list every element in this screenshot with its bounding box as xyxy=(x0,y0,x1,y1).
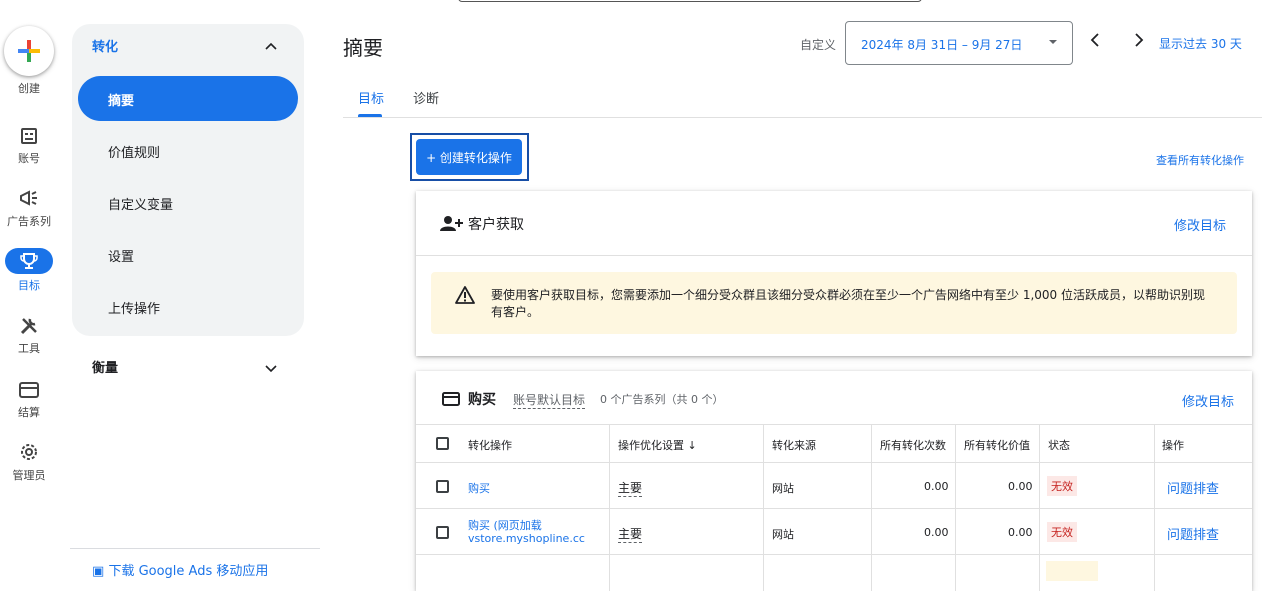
all-value-value: 0.00 xyxy=(1008,526,1033,539)
conversion-name-link[interactable]: 购买 (网页加载 vstore.myshopline.cc xyxy=(468,519,600,545)
column-divider xyxy=(955,424,956,591)
column-divider xyxy=(763,424,764,591)
row-checkbox[interactable] xyxy=(436,480,449,493)
campaign-count: 0 个广告系列（共 0 个） xyxy=(600,393,724,406)
conversion-name-line2: vstore.myshopline.cc xyxy=(468,532,585,545)
view-all-conversions-link[interactable]: 查看所有转化操作 xyxy=(1156,152,1244,168)
search-box[interactable] xyxy=(458,0,922,2)
billing-card-icon[interactable] xyxy=(17,378,41,402)
subnav-item-custom-variables[interactable]: 自定义变量 xyxy=(108,194,173,213)
select-all-checkbox[interactable] xyxy=(436,437,449,450)
person-add-icon xyxy=(440,215,464,235)
warning-banner: 要使用客户获取目标，您需要添加一个细分受众群且该细分受众群必须在至少一个广告网络… xyxy=(431,272,1237,334)
plus-icon xyxy=(18,40,40,62)
next-period-icon[interactable] xyxy=(1132,32,1146,52)
column-header-all-conversions[interactable]: 所有转化次数 xyxy=(880,437,946,453)
troubleshoot-link[interactable]: 问题排查 xyxy=(1167,524,1219,543)
tab-goals[interactable]: 目标 xyxy=(358,88,384,107)
chevron-down-icon[interactable] xyxy=(264,358,278,377)
rail-item-tools[interactable]: 工具 xyxy=(0,340,58,356)
page-title: 摘要 xyxy=(343,36,383,60)
create-label: 创建 xyxy=(18,82,40,95)
column-divider xyxy=(1039,424,1040,591)
table-top-border xyxy=(416,424,1252,425)
create-button[interactable] xyxy=(4,26,54,76)
all-conversions-value: 0.00 xyxy=(924,526,949,539)
subnav-item-summary-label: 摘要 xyxy=(108,94,135,109)
column-header-conversion: 转化操作 xyxy=(468,439,512,452)
left-rail: 创建 账号 广告系列 目标 工具 结算 管理员 xyxy=(0,0,58,570)
status-badge: 无效 xyxy=(1047,476,1077,496)
warning-text: 要使用客户获取目标，您需要添加一个细分受众群且该细分受众群必须在至少一个广告网络… xyxy=(491,288,1205,319)
purchase-title: 购买 xyxy=(468,392,496,408)
custom-range-label: 自定义 xyxy=(800,38,837,52)
date-range-select[interactable]: 2024年 8月 31日 – 9月 27日 xyxy=(845,21,1073,65)
download-app-label: 下载 Google Ads 移动应用 xyxy=(108,564,269,579)
column-divider xyxy=(609,424,610,591)
edit-goal-link[interactable]: 修改目标 xyxy=(1182,391,1234,410)
customer-acquisition-card: 客户获取 修改目标 要使用客户获取目标，您需要添加一个细分受众群且该细分受众群必… xyxy=(416,191,1252,356)
purchase-card: 购买 账号默认目标 0 个广告系列（共 0 个） 修改目标 转化操作 操作优化设… xyxy=(416,371,1252,591)
account-icon[interactable] xyxy=(17,124,41,148)
table-row-border xyxy=(416,508,1252,509)
optimization-value[interactable]: 主要 xyxy=(618,525,643,543)
rail-item-admin[interactable]: 管理员 xyxy=(0,467,58,483)
source-value: 网站 xyxy=(772,482,794,495)
customer-acquisition-title: 客户获取 xyxy=(468,217,524,233)
optimization-value[interactable]: 主要 xyxy=(618,479,643,497)
all-conversions-value: 0.00 xyxy=(924,480,949,493)
column-header-status: 状态 xyxy=(1048,439,1070,452)
column-header-all-value[interactable]: 所有转化价值 xyxy=(964,437,1030,453)
edit-goal-link[interactable]: 修改目标 xyxy=(1174,215,1226,234)
rail-item-account[interactable]: 账号 xyxy=(0,150,58,166)
table-row-border xyxy=(416,554,1252,555)
subnav-item-settings[interactable]: 设置 xyxy=(108,246,134,265)
source-value: 网站 xyxy=(772,528,794,541)
trophy-icon[interactable] xyxy=(17,249,41,273)
tab-diagnostics[interactable]: 诊断 xyxy=(413,88,439,107)
column-header-optimization[interactable]: 操作优化设置 ↓ xyxy=(618,437,697,453)
phone-icon: ▣ xyxy=(92,564,105,579)
subnav-item-value-rules[interactable]: 价值规则 xyxy=(108,142,160,161)
status-badge: 无效 xyxy=(1047,522,1077,542)
dropdown-arrow-icon xyxy=(1046,34,1060,53)
troubleshoot-link[interactable]: 问题排查 xyxy=(1167,478,1219,497)
rail-item-billing[interactable]: 结算 xyxy=(0,404,58,420)
conversion-name-link[interactable]: 购买 xyxy=(468,480,490,496)
column-divider xyxy=(1154,424,1155,591)
payment-card-icon xyxy=(442,391,460,410)
tools-icon[interactable] xyxy=(17,314,41,338)
table-header-border xyxy=(416,462,1252,463)
subnav-item-summary[interactable]: 摘要 xyxy=(78,76,298,121)
subnav-section-measurement[interactable]: 衡量 xyxy=(92,357,118,376)
card-divider xyxy=(416,255,1252,256)
column-header-source[interactable]: 转化来源 xyxy=(772,437,816,453)
tabs-divider xyxy=(343,117,1262,118)
status-badge-partial xyxy=(1046,561,1098,581)
row-checkbox[interactable] xyxy=(436,526,449,539)
conversion-name-line1: 购买 (网页加载 xyxy=(468,519,542,532)
subnav-section-conversions[interactable]: 转化 xyxy=(92,36,118,55)
conversions-subnav: 转化 摘要 价值规则 自定义变量 设置 上传操作 xyxy=(72,24,304,336)
column-header-actions: 操作 xyxy=(1162,439,1184,452)
previous-period-icon[interactable] xyxy=(1088,32,1102,52)
create-conversion-button[interactable]: + 创建转化操作 xyxy=(416,139,522,175)
subnav-divider xyxy=(70,548,320,549)
date-range-value: 2024年 8月 31日 – 9月 27日 xyxy=(861,38,1023,52)
show-past-30-days-link[interactable]: 显示过去 30 天 xyxy=(1159,35,1242,52)
rail-item-goals[interactable]: 目标 xyxy=(0,277,58,293)
rail-item-campaigns[interactable]: 广告系列 xyxy=(0,213,58,229)
column-divider xyxy=(871,424,872,591)
default-goal-label[interactable]: 账号默认目标 xyxy=(513,391,586,409)
warning-icon xyxy=(455,286,475,308)
admin-gear-icon[interactable] xyxy=(17,440,41,464)
chevron-up-icon[interactable] xyxy=(264,36,278,55)
campaign-megaphone-icon[interactable] xyxy=(17,186,41,210)
subnav-item-uploads[interactable]: 上传操作 xyxy=(108,298,160,317)
all-value-value: 0.00 xyxy=(1008,480,1033,493)
